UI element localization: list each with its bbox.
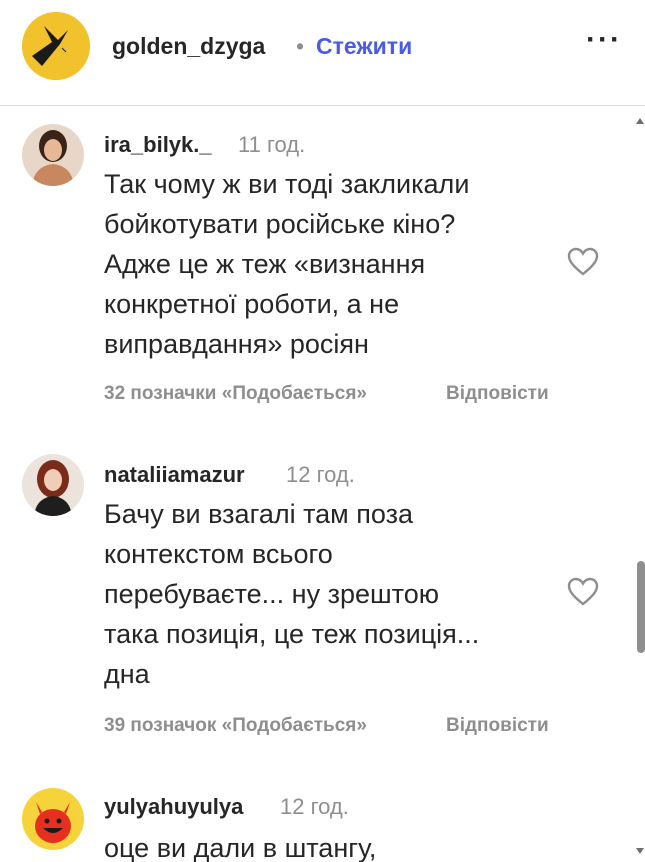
user-photo-icon xyxy=(22,454,84,516)
user-photo-icon xyxy=(22,124,84,186)
avatar[interactable] xyxy=(22,124,84,186)
devil-mask-avatar-icon xyxy=(22,788,84,850)
comment-line: перебуваєте... ну зрештою xyxy=(104,579,439,609)
reply-button[interactable]: Відповісти xyxy=(446,715,549,737)
account-username[interactable]: golden_dzyga xyxy=(112,33,265,60)
follow-button[interactable]: Стежити xyxy=(316,33,412,60)
scroll-up-arrow-icon[interactable] xyxy=(636,118,644,124)
scrollbar[interactable] xyxy=(636,106,645,862)
comment-line: дна xyxy=(104,659,150,689)
reply-button[interactable]: Відповісти xyxy=(446,383,549,405)
heart-icon[interactable] xyxy=(567,247,599,277)
golden-dzyga-logo-icon xyxy=(22,12,90,80)
comment-username[interactable]: yulyahuyulya xyxy=(104,794,243,820)
scrollbar-thumb[interactable] xyxy=(637,561,645,653)
avatar[interactable] xyxy=(22,788,84,850)
heart-icon[interactable] xyxy=(567,577,599,607)
comment-time[interactable]: 11 год. xyxy=(238,132,305,158)
comment-line: Адже це ж теж «визнання xyxy=(104,249,426,279)
comment-line: бойкотувати російське кіно? xyxy=(104,209,456,239)
comment-line: оце ви дали в штангу, xyxy=(104,833,377,862)
separator-dot: • xyxy=(296,33,305,59)
comment-time[interactable]: 12 год. xyxy=(286,462,355,488)
comment-line: контекстом всього xyxy=(104,539,333,569)
comment-line: виправдання» росіян xyxy=(104,329,369,359)
comment-line: конкретної роботи, а не xyxy=(104,289,400,319)
comment-username[interactable]: nataliiamazur xyxy=(104,462,245,488)
post-header: golden_dzyga • Стежити ··· xyxy=(0,0,645,106)
avatar[interactable] xyxy=(22,454,84,516)
scroll-down-arrow-icon[interactable] xyxy=(636,848,644,854)
comment-username[interactable]: ira_bilyk._ xyxy=(104,132,212,158)
comment-text: оце ви дали в штангу, xyxy=(104,828,564,862)
comment-time[interactable]: 12 год. xyxy=(280,794,349,820)
likes-count[interactable]: 39 позначок «Подобається» xyxy=(104,715,367,737)
comment-text: Так чому ж ви тоді закликали бойкотувати… xyxy=(104,164,564,364)
likes-count[interactable]: 32 позначки «Подобається» xyxy=(104,383,367,405)
account-avatar[interactable] xyxy=(22,12,90,80)
comment-text: Бачу ви взагалі там поза контекстом всьо… xyxy=(104,494,564,694)
comment-line: така позиція, це теж позиція... xyxy=(104,619,480,649)
comment-line: Бачу ви взагалі там поза xyxy=(104,499,413,529)
more-options-icon[interactable]: ··· xyxy=(586,25,626,60)
comment-line: Так чому ж ви тоді закликали xyxy=(104,169,470,199)
